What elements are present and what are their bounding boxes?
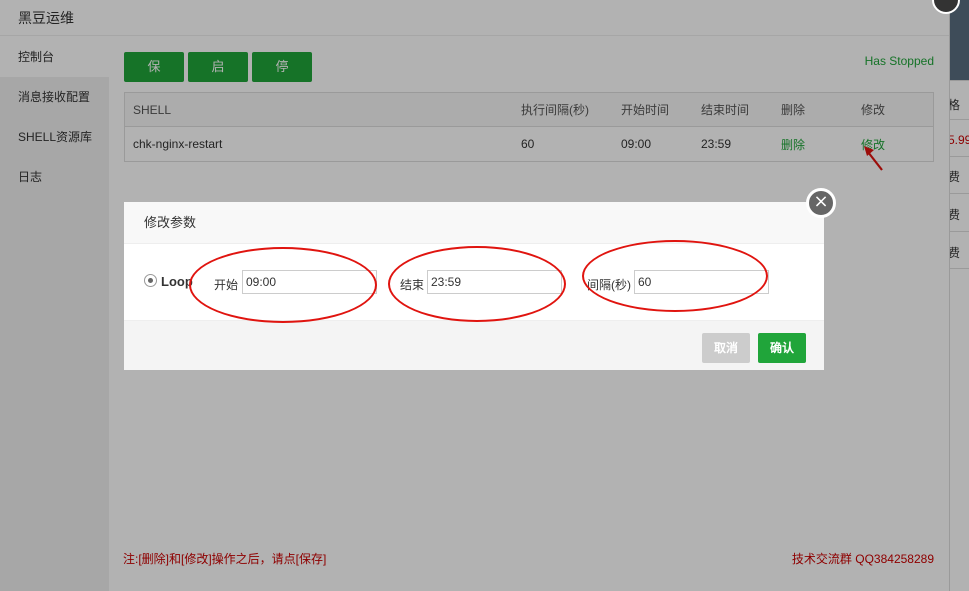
confirm-button[interactable]: 确认 xyxy=(758,333,806,363)
dialog-close-icon[interactable]: × xyxy=(806,188,836,218)
cancel-button[interactable]: 取消 xyxy=(702,333,750,363)
end-time-input[interactable] xyxy=(427,270,562,294)
start-time-label: 开始 xyxy=(214,278,239,292)
interval-label: 间隔(秒) xyxy=(587,278,631,292)
start-time-input[interactable] xyxy=(242,270,377,294)
interval-input[interactable] xyxy=(634,270,769,294)
dialog-footer: 取消 确认 xyxy=(124,320,824,370)
dialog-body: Loop 开始 结束 间隔(秒) xyxy=(124,244,824,320)
end-time-label: 结束 xyxy=(400,278,425,292)
loop-radio[interactable] xyxy=(144,274,157,287)
dialog-title: 修改参数 xyxy=(124,202,824,244)
loop-label: Loop xyxy=(161,274,193,289)
edit-params-dialog: 修改参数 Loop 开始 结束 间隔(秒) 取消 确认 xyxy=(124,202,824,370)
